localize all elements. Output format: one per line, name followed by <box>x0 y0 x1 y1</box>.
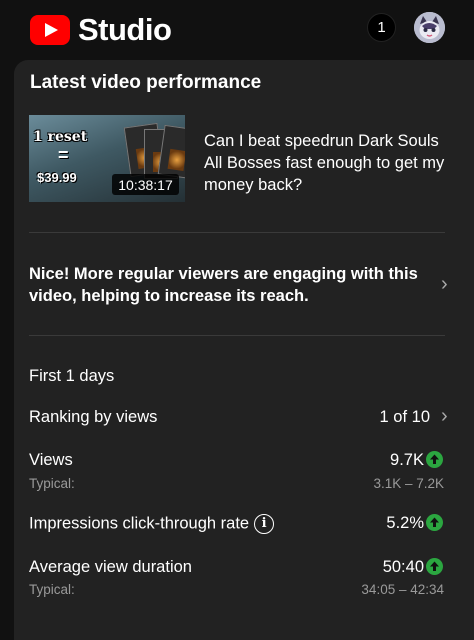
trend-up-icon <box>426 514 443 531</box>
video-title[interactable]: Can I beat speedrun Dark Souls All Bosse… <box>204 130 460 196</box>
section-title: Latest video performance <box>30 72 262 93</box>
thumbnail-text-line3: $39.99 <box>37 170 77 185</box>
ctr-value: 5.2% <box>386 514 424 532</box>
notifications-button[interactable]: 1 <box>367 13 396 42</box>
thumbnail-text-line2: = <box>58 145 69 165</box>
divider <box>29 335 445 336</box>
ranking-value[interactable]: 1 of 10 <box>380 408 430 427</box>
avd-typical-label: Typical: <box>29 582 75 597</box>
views-label: Views <box>29 451 73 469</box>
views-typical-label: Typical: <box>29 476 75 491</box>
chevron-right-icon[interactable]: › <box>441 273 448 296</box>
youtube-logo-icon <box>30 15 70 45</box>
views-value: 9.7K <box>390 451 424 469</box>
app-name: Studio <box>78 12 172 47</box>
top-bar: Studio 1 <box>0 0 474 56</box>
divider <box>29 232 445 233</box>
chevron-right-icon[interactable]: › <box>441 405 448 428</box>
views-typical-range: 3.1K – 7.2K <box>373 476 444 491</box>
youtube-studio-logo[interactable]: Studio <box>30 12 172 48</box>
avatar-icon <box>414 12 445 43</box>
avd-typical-range: 34:05 – 42:34 <box>361 582 444 597</box>
trend-up-icon <box>426 451 443 468</box>
thumbnail-text-line1: 1 reset <box>33 129 88 145</box>
trend-up-icon <box>426 558 443 575</box>
ctr-label-text: Impressions click-through rate <box>29 514 250 533</box>
insight-message[interactable]: Nice! More regular viewers are engaging … <box>29 263 429 307</box>
avd-label: Average view duration <box>29 558 192 576</box>
notification-count: 1 <box>377 19 386 36</box>
ctr-label: Impressions click-through rate i <box>29 514 275 534</box>
ranking-label: Ranking by views <box>29 408 158 426</box>
info-icon[interactable]: i <box>254 514 275 534</box>
stats-period: First 1 days <box>29 367 115 385</box>
avatar[interactable] <box>414 12 445 43</box>
video-duration-badge: 10:38:17 <box>112 174 179 195</box>
avd-value: 50:40 <box>382 558 424 576</box>
